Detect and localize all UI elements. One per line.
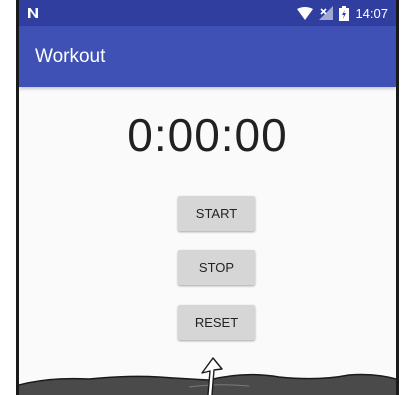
app-bar: Workout [19, 26, 396, 87]
n-notification-icon [27, 7, 39, 19]
battery-icon [339, 5, 350, 21]
reset-button[interactable]: RESET [178, 305, 255, 340]
arrow-up-icon [201, 357, 223, 395]
stop-button[interactable]: STOP [178, 250, 255, 285]
start-button[interactable]: START [178, 196, 255, 231]
status-bar: 14:07 [19, 0, 396, 26]
phone-frame: 14:07 Workout 0:00:00 START STOP RESET [16, 0, 399, 395]
timer-display: 0:00:00 [127, 109, 288, 161]
wifi-icon [297, 6, 314, 20]
app-title: Workout [35, 45, 106, 67]
no-signal-icon [319, 6, 334, 20]
status-time: 14:07 [355, 5, 388, 21]
